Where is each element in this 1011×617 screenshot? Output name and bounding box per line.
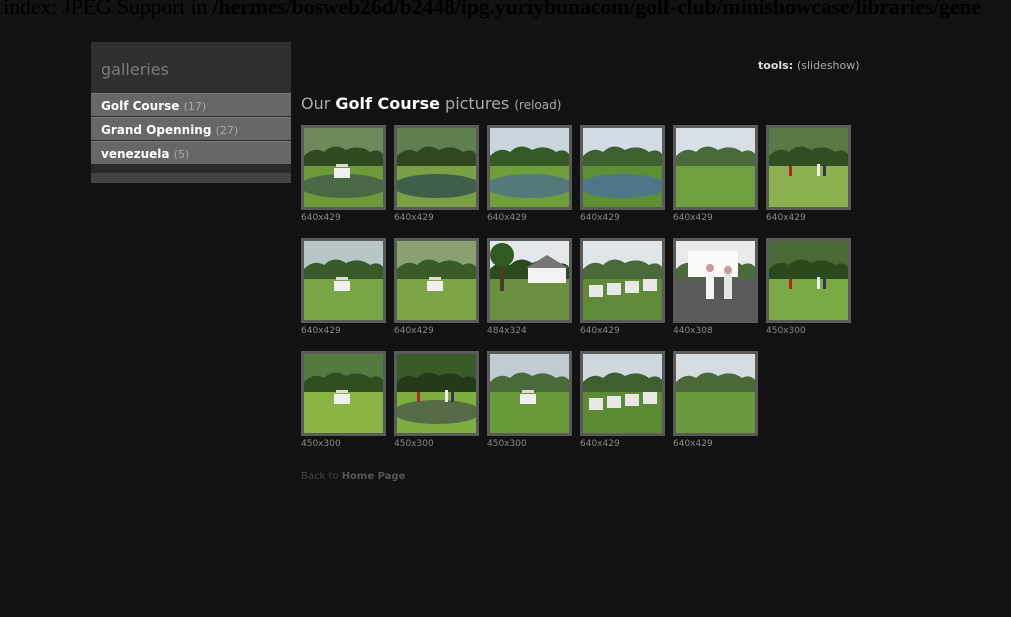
galleries-sidebar: galleries Golf Course (17) Grand Opennin… [91, 42, 291, 183]
thumbnail-image[interactable] [766, 125, 851, 210]
back-prefix: Back to [301, 471, 339, 482]
thumbnail-item: 640x429 [394, 125, 479, 223]
thumbnail-size-label: 640x429 [580, 213, 620, 223]
thumbnail-image[interactable] [673, 351, 758, 436]
thumbnail-image[interactable] [394, 238, 479, 323]
warning-path: /hermes/bosweb26d/b2448/ipg.yuriybunacom… [212, 0, 982, 19]
gallery-item-venezuela[interactable]: venezuela (5) [91, 141, 291, 164]
thumbnail-item: 640x429 [301, 238, 386, 336]
thumbnail-size-label: 640x429 [766, 213, 806, 223]
thumbnail-size-label: 450x300 [394, 439, 434, 449]
heading-suffix: pictures [445, 94, 510, 113]
thumbnail-image[interactable] [766, 238, 851, 323]
gallery-item-label: venezuela [101, 147, 170, 161]
gallery-item-label: Golf Course [101, 99, 180, 113]
thumbnail-image[interactable] [487, 351, 572, 436]
thumbnail-size-label: 640x429 [394, 326, 434, 336]
thumbnail-size-label: 640x429 [394, 213, 434, 223]
gallery-item-count: (17) [183, 100, 207, 113]
thumbnail-image[interactable] [487, 238, 572, 323]
thumbnail-item: 440x308 [673, 238, 758, 336]
thumbnail-size-label: 640x429 [673, 213, 713, 223]
thumbnail-image[interactable] [673, 238, 758, 323]
gallery-heading: Our Golf Course pictures (reload) [301, 94, 561, 113]
thumbnail-image[interactable] [673, 125, 758, 210]
thumbnail-item: 640x429 [580, 238, 665, 336]
reload-link[interactable]: (reload) [514, 98, 561, 112]
thumbnail-size-label: 640x429 [580, 439, 620, 449]
sidebar-footer [91, 173, 291, 183]
tools-label: tools: [758, 59, 794, 72]
thumbnail-item: 484x324 [487, 238, 572, 336]
thumbnail-size-label: 640x429 [580, 326, 620, 336]
thumbnail-item: 450x300 [487, 351, 572, 449]
thumbnail-image[interactable] [301, 351, 386, 436]
gallery-item-count: (27) [215, 124, 239, 137]
php-warning: l index: JPEG Support in /hermes/bosweb2… [0, 0, 981, 20]
thumbnail-item: 450x300 [394, 351, 479, 449]
thumbnail-item: 450x300 [301, 351, 386, 449]
thumbnail-size-label: 450x300 [766, 326, 806, 336]
thumbnail-size-label: 450x300 [301, 439, 341, 449]
gallery-item-label: Grand Openning [101, 123, 212, 137]
thumbnail-size-label: 640x429 [673, 439, 713, 449]
thumbnail-image[interactable] [394, 351, 479, 436]
heading-prefix: Our [301, 94, 331, 113]
thumbnail-image[interactable] [580, 125, 665, 210]
thumbnail-item: 640x429 [487, 125, 572, 223]
thumbnail-size-label: 640x429 [487, 213, 527, 223]
thumbnail-item: 640x429 [673, 125, 758, 223]
thumbnail-size-label: 640x429 [301, 213, 341, 223]
tools-bar: tools: (slideshow) [758, 59, 860, 72]
gallery-item-count: (5) [173, 148, 190, 161]
sidebar-title: galleries [91, 42, 291, 93]
thumbnail-item: 640x429 [673, 351, 758, 449]
thumbnail-size-label: 484x324 [487, 326, 527, 336]
thumbnail-item: 450x300 [766, 238, 851, 336]
thumbnail-item: 640x429 [580, 125, 665, 223]
thumbnail-image[interactable] [580, 238, 665, 323]
thumbnail-item: 640x429 [580, 351, 665, 449]
thumbnail-item: 640x429 [394, 238, 479, 336]
thumbnail-image[interactable] [301, 238, 386, 323]
thumbnail-size-label: 440x308 [673, 326, 713, 336]
thumbnail-size-label: 640x429 [301, 326, 341, 336]
thumbnail-image[interactable] [580, 351, 665, 436]
thumbnail-item: 640x429 [766, 125, 851, 223]
thumbnail-item: 640x429 [301, 125, 386, 223]
thumbnail-image[interactable] [487, 125, 572, 210]
home-page-link[interactable]: Home Page [342, 471, 406, 482]
thumbnail-image[interactable] [394, 125, 479, 210]
heading-gallery-name: Golf Course [335, 94, 440, 113]
slideshow-link[interactable]: (slideshow) [797, 59, 860, 72]
warning-prefix: l index: JPEG Support in [0, 0, 213, 19]
thumbnail-image[interactable] [301, 125, 386, 210]
back-link-row: Back to Home Page [301, 471, 405, 482]
gallery-item-grand-openning[interactable]: Grand Openning (27) [91, 117, 291, 140]
gallery-item-golf-course[interactable]: Golf Course (17) [91, 93, 291, 116]
thumbnail-size-label: 450x300 [487, 439, 527, 449]
